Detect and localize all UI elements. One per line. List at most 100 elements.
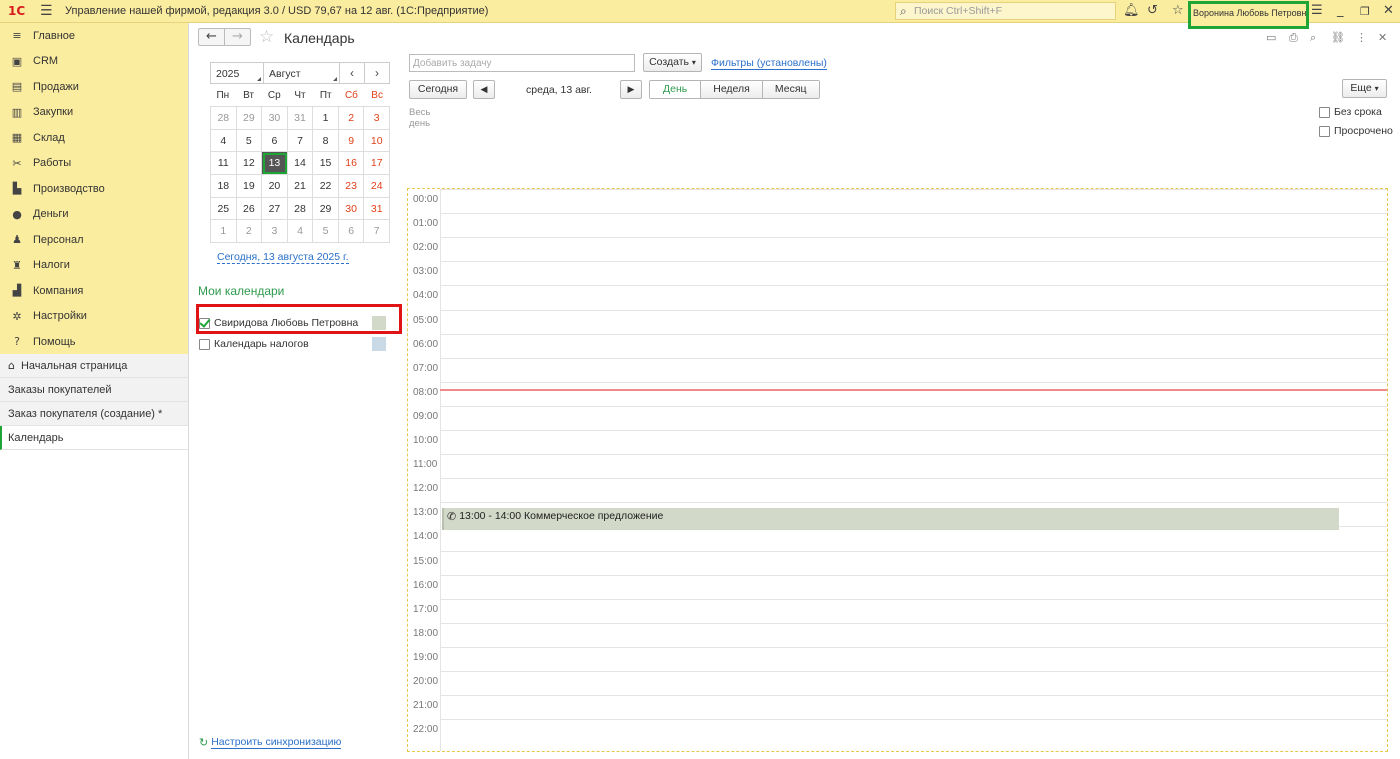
add-favorite-star-icon[interactable]: ☆ — [259, 27, 274, 47]
calendar-day-cell[interactable]: 21 — [287, 175, 314, 198]
overdue-checkbox[interactable] — [1319, 125, 1330, 137]
calendar-day-cell[interactable]: 18 — [211, 175, 237, 198]
hour-row[interactable]: 10:00 — [408, 430, 1387, 454]
global-search-input[interactable]: ⌕ Поиск Ctrl+Shift+F — [895, 2, 1116, 20]
calendar-day-cell[interactable]: 28 — [287, 197, 314, 221]
hour-row[interactable]: 14:00 — [408, 526, 1387, 550]
no-deadline-option[interactable]: Без срока — [1319, 106, 1382, 118]
hour-row[interactable]: 20:00 — [408, 671, 1387, 695]
calendar-day-cell[interactable]: 23 — [338, 175, 365, 198]
hour-row[interactable]: 06:00 — [408, 333, 1387, 358]
calendar-day-cell[interactable]: 9 — [338, 129, 365, 153]
history-icon[interactable]: ↺ — [1147, 3, 1158, 18]
calendar-day-cell[interactable]: 2 — [236, 220, 263, 244]
calendar-day-cell[interactable]: 1 — [211, 220, 237, 244]
calendar-day-cell[interactable]: 2 — [338, 107, 365, 130]
sidebar-item-purchases[interactable]: ▥ Закупки — [0, 100, 188, 126]
month-select[interactable]: Август — [264, 63, 340, 83]
sidebar-item-warehouse[interactable]: ▦ Склад — [0, 125, 188, 151]
sidebar-item-main[interactable]: ≡ Главное — [0, 23, 188, 49]
hour-row[interactable]: 19:00 — [408, 646, 1387, 671]
calendar-day-cell[interactable]: 3 — [262, 220, 288, 244]
sidebar-item-crm[interactable]: ▣ CRM — [0, 49, 188, 75]
calendar-day-cell[interactable]: 26 — [236, 197, 263, 221]
current-user[interactable]: Воронина Любовь Петровна — [1188, 1, 1309, 29]
calendar-checkbox[interactable] — [199, 338, 210, 350]
hour-row[interactable]: 22:00 — [408, 719, 1387, 743]
minimize-icon[interactable]: _ — [1337, 3, 1344, 18]
sidebar-item-money[interactable]: ● Деньги — [0, 202, 188, 228]
hour-row[interactable]: 02:00 — [408, 237, 1387, 261]
calendar-day-cell[interactable]: 7 — [287, 129, 314, 153]
calendar-day-cell[interactable]: 25 — [211, 197, 237, 221]
sidebar-item-taxes[interactable]: ♜ Налоги — [0, 253, 188, 279]
favorites-star-icon[interactable]: ☆ — [1172, 3, 1184, 18]
prev-month-button[interactable]: ‹ — [340, 63, 365, 83]
view-week-button[interactable]: Неделя — [700, 81, 762, 98]
calendar-day-cell[interactable]: 10 — [364, 129, 390, 153]
open-window-home[interactable]: ⌂ Начальная страница — [0, 354, 188, 378]
hour-row[interactable]: 11:00 — [408, 454, 1387, 478]
hour-row[interactable]: 12:00 — [408, 478, 1387, 502]
view-day-button[interactable]: День — [650, 81, 701, 98]
hour-row[interactable]: 03:00 — [408, 261, 1387, 285]
calendar-day-cell[interactable]: 27 — [262, 197, 288, 221]
calendar-event[interactable]: ✆ 13:00 - 14:00 Коммерческое предложение — [442, 508, 1339, 530]
calendar-day-cell[interactable]: 5 — [236, 129, 263, 153]
bell-icon[interactable]: 🔔︎ — [1123, 3, 1140, 18]
add-task-input[interactable]: Добавить задачу — [409, 54, 635, 72]
filters-link[interactable]: Фильтры (установлены) — [711, 58, 827, 70]
sidebar-item-personnel[interactable]: ♟ Персонал — [0, 227, 188, 253]
hour-row[interactable]: 17:00 — [408, 598, 1387, 623]
calendar-item-sviridova[interactable]: Свиридова Любовь Петровна — [199, 314, 388, 332]
calendar-checkbox[interactable] — [199, 317, 210, 329]
calendar-day-cell[interactable]: 11 — [211, 152, 237, 176]
day-schedule-grid[interactable]: 22:00 21:00 20:00 19:00 18:00 17:00 16:00 15:00… — [407, 188, 1388, 752]
calendar-day-cell[interactable]: 19 — [236, 175, 263, 198]
calendar-day-cell[interactable]: 1 — [313, 107, 339, 130]
prev-day-button[interactable]: ◀ — [473, 80, 495, 99]
calendar-day-cell[interactable]: 5 — [313, 220, 339, 244]
open-window-orders[interactable]: Заказы покупателей — [0, 378, 188, 402]
forward-arrow-icon[interactable]: → — [224, 29, 250, 45]
hour-row[interactable]: 07:00 — [408, 357, 1387, 382]
calendar-day-cell[interactable]: 7 — [364, 220, 390, 244]
close-form-icon[interactable]: ✕ — [1378, 31, 1387, 44]
today-link[interactable]: Сегодня, 13 августа 2025 г. — [217, 251, 349, 264]
hour-row[interactable]: 09:00 — [408, 405, 1387, 430]
hour-row[interactable]: 15:00 — [408, 550, 1387, 575]
calendar-day-cell[interactable]: 31 — [287, 107, 314, 130]
calendar-item-taxes[interactable]: Календарь налогов — [199, 335, 388, 353]
sidebar-item-production[interactable]: ▙ Производство — [0, 176, 188, 202]
create-button[interactable]: Создать ▾ — [643, 53, 702, 72]
next-month-button[interactable]: › — [365, 63, 389, 83]
sidebar-item-settings[interactable]: ✲ Настройки — [0, 304, 188, 330]
calendar-day-cell[interactable]: 24 — [364, 175, 390, 198]
no-deadline-checkbox[interactable] — [1319, 106, 1330, 118]
calendar-day-cell[interactable]: 29 — [236, 107, 263, 130]
back-arrow-icon[interactable]: ← — [199, 29, 224, 45]
hamburger-menu-icon[interactable]: ☰ — [40, 3, 53, 19]
calendar-day-cell[interactable]: 12 — [236, 152, 263, 176]
close-icon[interactable]: ✕ — [1383, 3, 1394, 18]
preview-icon[interactable]: ⌕ — [1310, 31, 1316, 45]
calendar-day-cell[interactable]: 6 — [338, 220, 365, 244]
link-icon[interactable]: ⛓ — [1331, 31, 1345, 44]
calendar-day-cell[interactable]: 6 — [262, 129, 288, 153]
sidebar-item-help[interactable]: ? Помощь — [0, 329, 188, 355]
calendar-day-cell[interactable]: 29 — [313, 197, 339, 221]
open-window-order-create[interactable]: Заказ покупателя (создание) * — [0, 402, 188, 426]
hour-row[interactable]: 01:00 — [408, 213, 1387, 237]
settings-menu-icon[interactable]: ☰ — [1311, 3, 1323, 18]
hour-row[interactable]: 21:00 — [408, 695, 1387, 719]
hour-row[interactable]: 08:00 — [408, 381, 1387, 406]
calendar-day-cell[interactable]: 16 — [338, 152, 365, 176]
restore-icon[interactable]: ❐ — [1360, 5, 1370, 18]
overdue-option[interactable]: Просрочено — [1319, 125, 1393, 137]
next-day-button[interactable]: ▶ — [620, 80, 642, 99]
sync-settings-link[interactable]: ↻ Настроить синхронизацию — [199, 736, 342, 749]
calendar-day-cell[interactable]: 3 — [364, 107, 390, 130]
calendar-day-cell[interactable]: 15 — [313, 152, 339, 176]
calendar-day-cell[interactable]: 20 — [262, 175, 288, 198]
calendar-day-cell[interactable]: 30 — [262, 107, 288, 130]
